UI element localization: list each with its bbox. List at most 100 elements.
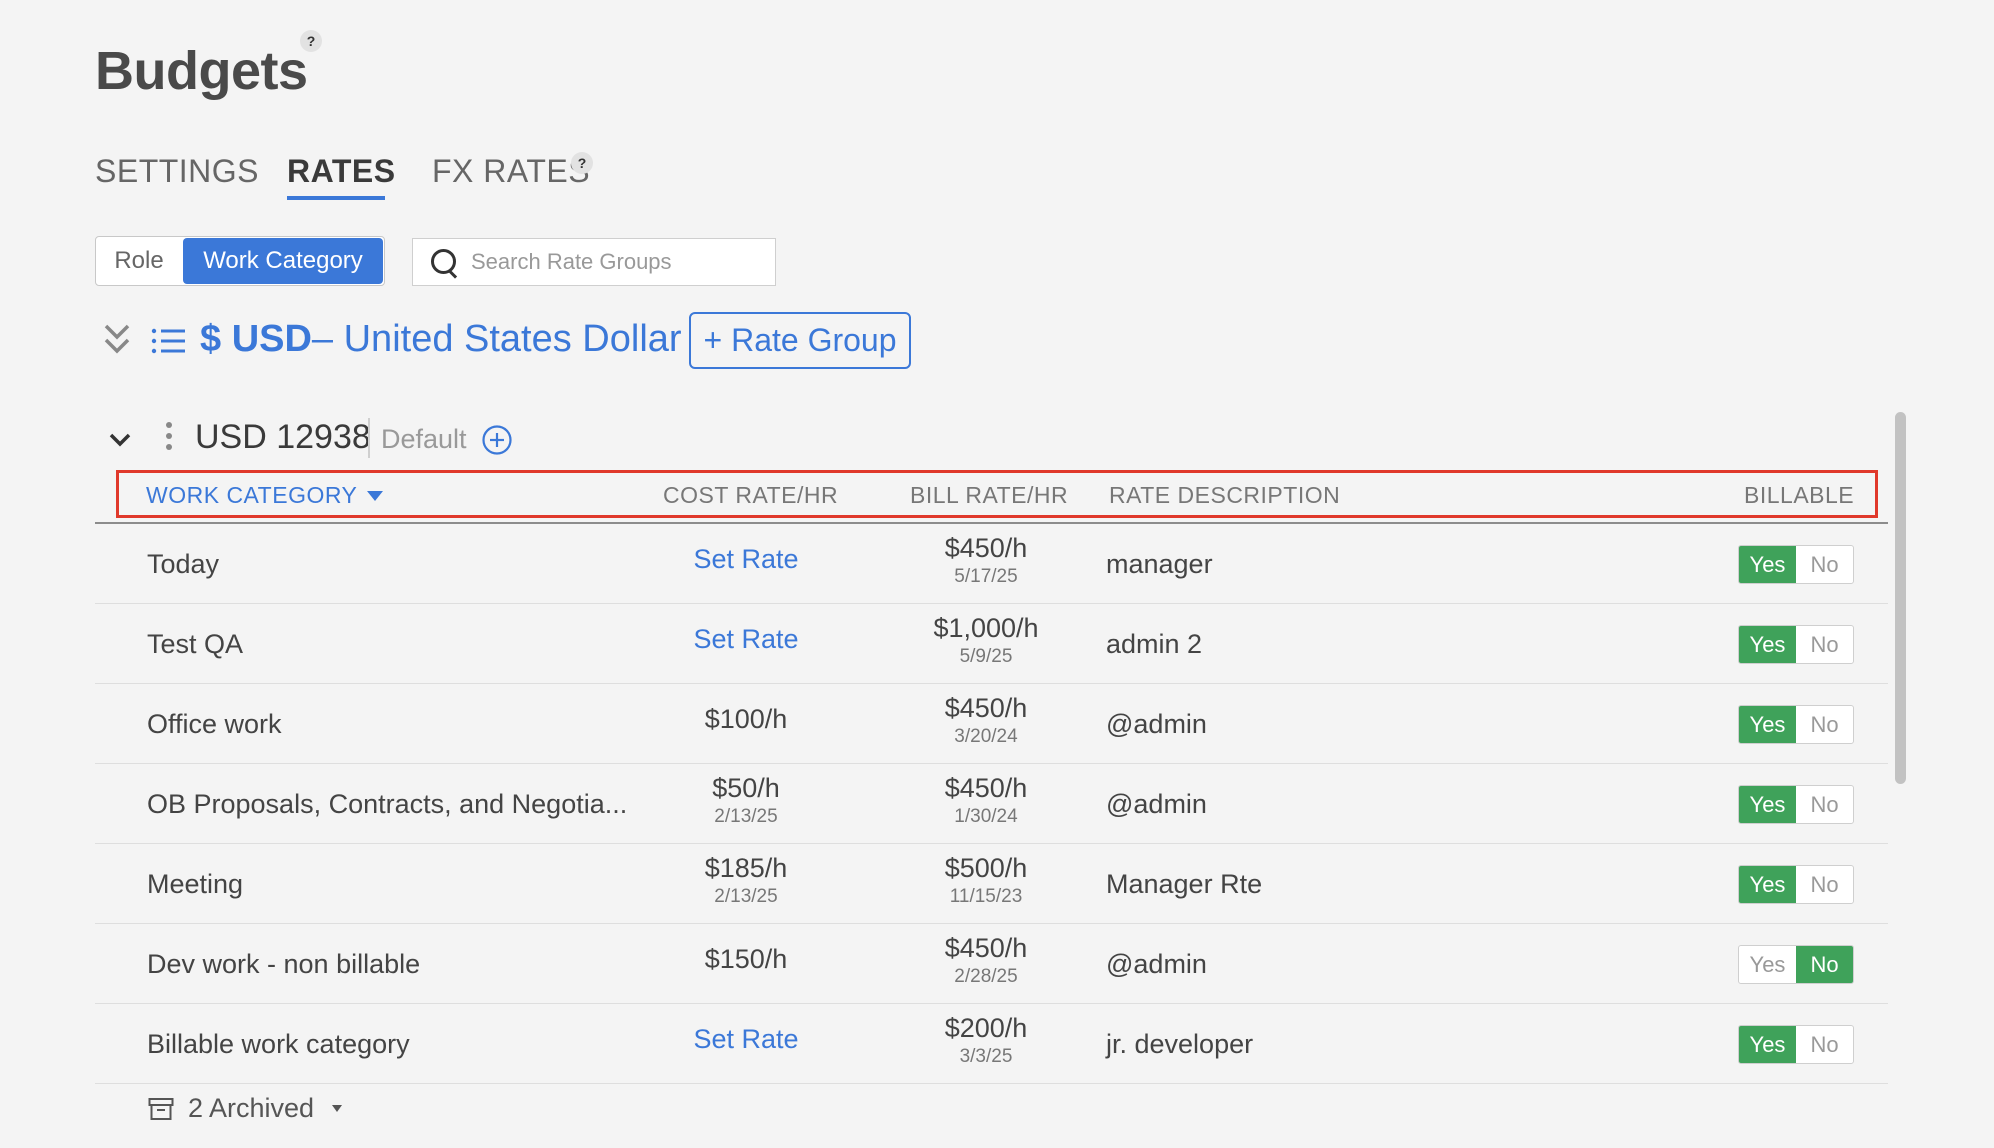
divider	[368, 418, 370, 458]
cost-rate-cell: $185/h 2/13/25	[646, 853, 846, 908]
chevron-down-icon[interactable]	[108, 428, 132, 452]
bill-rate-value: $200/h	[944, 1013, 1028, 1043]
more-options-icon[interactable]	[164, 422, 174, 458]
fx-rates-help-icon[interactable]: ?	[571, 152, 593, 174]
work-category-header-label: WORK CATEGORY	[146, 482, 358, 508]
bill-rate-cell: $450/h 3/20/24	[886, 693, 1086, 748]
set-rate-link[interactable]: Set Rate	[646, 624, 846, 655]
bill-rate-cell: $450/h 1/30/24	[886, 773, 1086, 828]
billable-yes-button[interactable]: Yes	[1739, 866, 1796, 903]
bill-rate-value: $450/h	[944, 693, 1028, 723]
bill-rate-date: 3/3/25	[959, 1046, 1013, 1067]
default-label: Default	[381, 424, 467, 454]
tab-settings[interactable]: SETTINGS	[95, 153, 259, 190]
rate-description: jr. developer	[1106, 1028, 1254, 1059]
table-row: Test QA Set Rate $1,000/h 5/9/25 admin 2 Yes N…	[95, 604, 1888, 684]
billable-no-button[interactable]: No	[1796, 1026, 1853, 1063]
work-category-name: Billable work category	[147, 1028, 410, 1059]
work-category-name: Meeting	[147, 868, 244, 899]
column-header-rate-description[interactable]: RATE DESCRIPTION	[1109, 482, 1340, 509]
list-icon[interactable]	[150, 326, 186, 356]
table-row: OB Proposals, Contracts, and Negotia... $…	[95, 764, 1888, 844]
work-category-toggle-button[interactable]: Work Category	[183, 238, 383, 284]
cost-rate-cell: $50/h 2/13/25	[646, 773, 846, 828]
billable-toggle: Yes No	[1738, 785, 1854, 824]
cost-rate-cell: Set Rate	[646, 624, 846, 655]
table-row: Today Set Rate $450/h 5/17/25 manager Yes No	[95, 524, 1888, 604]
billable-yes-button[interactable]: Yes	[1739, 946, 1796, 983]
bill-rate-value: $450/h	[944, 533, 1028, 563]
scrollbar-thumb[interactable]	[1895, 412, 1906, 784]
cost-rate-value: $100/h	[704, 704, 788, 734]
cost-rate-cell: Set Rate	[646, 544, 846, 575]
role-toggle-button[interactable]: Role	[96, 237, 182, 285]
table-row: Meeting $185/h 2/13/25 $500/h 11/15/23 Manage…	[95, 844, 1888, 924]
work-category-name: Today	[147, 548, 220, 579]
column-header-billable[interactable]: BILLABLE	[1744, 482, 1854, 509]
currency-code: $ USD	[200, 318, 312, 360]
billable-no-button[interactable]: No	[1796, 706, 1853, 743]
rate-description: manager	[1106, 548, 1213, 579]
add-rate-group-button[interactable]: + Rate Group	[689, 312, 911, 369]
billable-no-button[interactable]: No	[1796, 626, 1853, 663]
set-rate-link[interactable]: Set Rate	[646, 1024, 846, 1055]
table-row: Billable work category Set Rate $200/h 3/3/…	[95, 1004, 1888, 1084]
table-body: Today Set Rate $450/h 5/17/25 manager Yes No Te…	[95, 524, 1888, 1084]
rate-type-toggle: Role Work Category	[95, 236, 385, 286]
column-header-bill-rate[interactable]: BILL RATE/HR	[910, 482, 1068, 509]
billable-toggle: Yes No	[1738, 705, 1854, 744]
tab-fx-rates[interactable]: FX RATES	[432, 153, 590, 190]
bill-rate-cell: $500/h 11/15/23	[886, 853, 1086, 908]
archived-toggle[interactable]: 2 Archived	[148, 1093, 343, 1124]
page-title: Budgets	[95, 41, 308, 101]
rates-table: WORK CATEGORY COST RATE/HR BILL RATE/HR …	[95, 470, 1888, 1084]
bill-rate-value: $500/h	[944, 853, 1028, 883]
column-header-cost-rate[interactable]: COST RATE/HR	[663, 482, 838, 509]
table-row: Dev work - non billable $150/h $450/h 2/28/…	[95, 924, 1888, 1004]
currency-name: – United States Dollar	[311, 318, 682, 360]
work-category-name: Office work	[147, 708, 282, 739]
bill-rate-value: $450/h	[944, 933, 1028, 963]
rate-description: @admin	[1106, 948, 1207, 979]
billable-yes-button[interactable]: Yes	[1739, 1026, 1796, 1063]
billable-toggle: Yes No	[1738, 1025, 1854, 1064]
table-row: Office work $100/h $450/h 3/20/24 @admin Yes N…	[95, 684, 1888, 764]
tab-rates[interactable]: RATES	[287, 153, 396, 190]
set-rate-link[interactable]: Set Rate	[646, 544, 846, 575]
cost-rate-date: 2/13/25	[714, 806, 778, 827]
billable-yes-button[interactable]: Yes	[1739, 546, 1796, 583]
billable-yes-button[interactable]: Yes	[1739, 706, 1796, 743]
bill-rate-date: 11/15/23	[949, 886, 1023, 907]
billable-no-button[interactable]: No	[1796, 786, 1853, 823]
rate-description: admin 2	[1106, 628, 1203, 659]
bill-rate-date: 1/30/24	[954, 806, 1018, 827]
help-icon[interactable]: ?	[300, 30, 322, 52]
billable-toggle: Yes No	[1738, 625, 1854, 664]
billable-toggle: Yes No	[1738, 945, 1854, 984]
work-category-name: Test QA	[147, 628, 244, 659]
billable-yes-button[interactable]: Yes	[1739, 786, 1796, 823]
work-category-name: OB Proposals, Contracts, and Negotia...	[147, 788, 628, 819]
search-input[interactable]	[471, 249, 761, 275]
rate-description: @admin	[1106, 708, 1207, 739]
work-category-name: Dev work - non billable	[147, 948, 421, 979]
cost-rate-date: 2/13/25	[714, 886, 778, 907]
search-rate-groups	[412, 238, 776, 286]
caret-down-icon	[332, 1105, 343, 1112]
column-header-work-category[interactable]: WORK CATEGORY	[146, 482, 384, 509]
cost-rate-cell: Set Rate	[646, 1024, 846, 1055]
billable-no-button[interactable]: No	[1796, 946, 1853, 983]
billable-yes-button[interactable]: Yes	[1739, 626, 1796, 663]
billable-no-button[interactable]: No	[1796, 866, 1853, 903]
collapse-all-icon[interactable]	[100, 322, 134, 358]
cost-rate-cell: $150/h	[646, 944, 846, 975]
cost-rate-value: $50/h	[712, 773, 780, 803]
add-circle-icon[interactable]	[481, 424, 513, 456]
billable-no-button[interactable]: No	[1796, 546, 1853, 583]
active-tab-indicator	[287, 196, 385, 200]
bill-rate-value: $450/h	[944, 773, 1028, 803]
bill-rate-cell: $450/h 5/17/25	[886, 533, 1086, 588]
bill-rate-cell: $450/h 2/28/25	[886, 933, 1086, 988]
archive-icon	[148, 1097, 174, 1120]
cost-rate-cell: $100/h	[646, 704, 846, 735]
